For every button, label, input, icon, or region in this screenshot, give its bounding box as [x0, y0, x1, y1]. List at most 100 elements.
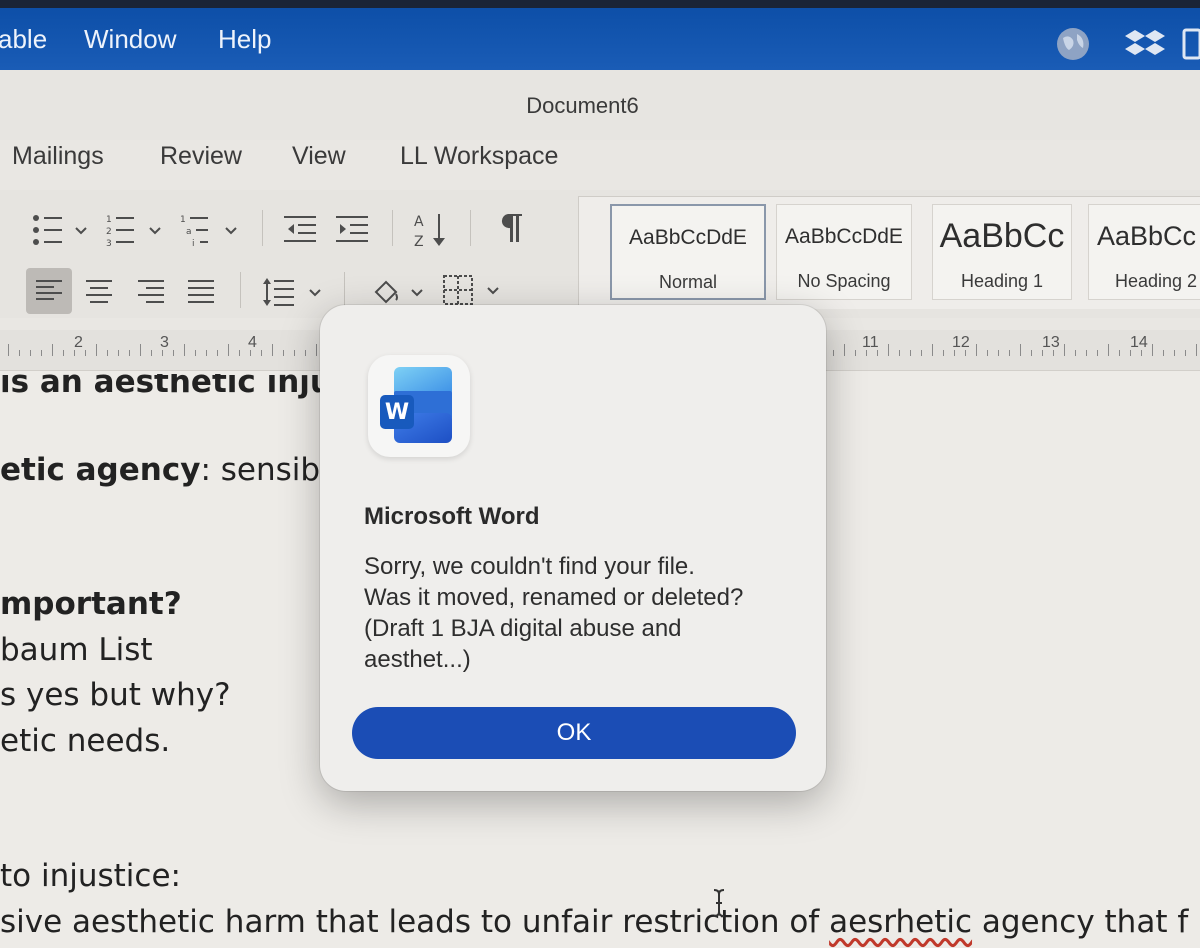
- doc-line: etic agency: sensib: [0, 452, 320, 488]
- menu-help[interactable]: Help: [218, 24, 271, 55]
- doc-line: sive aesthetic harm that leads to unfair…: [0, 904, 1188, 940]
- ruler-tick: [41, 350, 42, 356]
- doc-bold-text: etic agency: [0, 452, 201, 488]
- ruler-tick: [833, 350, 834, 356]
- ruler-tick: [987, 350, 988, 356]
- ruler-tick: [239, 350, 240, 356]
- ruler-tick: [206, 350, 207, 356]
- globe-icon[interactable]: [1055, 26, 1091, 69]
- ruler-tick: [129, 350, 130, 356]
- ruler-tick: [118, 350, 119, 356]
- doc-text: baum List: [0, 632, 153, 668]
- svg-text:A: A: [414, 214, 424, 230]
- menu-table[interactable]: able: [0, 24, 47, 55]
- svg-text:1: 1: [180, 215, 186, 225]
- ruler-tick: [1174, 350, 1175, 356]
- svg-text:i: i: [192, 239, 195, 248]
- tab-review[interactable]: Review: [160, 142, 242, 171]
- sort-icon[interactable]: AZ: [414, 210, 450, 255]
- dialog-message: Sorry, we couldn't find your file. Was i…: [364, 553, 744, 673]
- ruler-tick: [1152, 344, 1153, 356]
- ruler-tick: [855, 350, 856, 356]
- bullets-icon[interactable]: [32, 212, 90, 253]
- doc-line: etic needs.: [0, 723, 170, 759]
- ruler-tick: [283, 350, 284, 356]
- ruler-tick: [272, 344, 273, 356]
- ruler-tick: [305, 350, 306, 356]
- dialog-title: Microsoft Word: [364, 503, 540, 530]
- ruler-tick: [1031, 350, 1032, 356]
- ruler-tick: [976, 344, 977, 356]
- dropbox-icon[interactable]: [1125, 26, 1165, 69]
- ruler-tick: [921, 350, 922, 356]
- ruler-tick: [107, 350, 108, 356]
- style-name: Normal: [658, 272, 717, 292]
- style-sample: AaBbCcDdE: [785, 225, 903, 248]
- justify-icon[interactable]: [188, 280, 216, 309]
- ruler-tick: [1097, 350, 1098, 356]
- ruler-tick: [1009, 350, 1010, 356]
- ruler-tick: [1086, 350, 1087, 356]
- align-left-icon[interactable]: [26, 268, 72, 314]
- style-heading-2[interactable]: AaBbCc Heading 2: [1088, 204, 1200, 300]
- tab-ll-workspace[interactable]: LL Workspace: [400, 142, 558, 171]
- style-no-spacing[interactable]: AaBbCcDdE No Spacing: [776, 204, 912, 300]
- word-icon-letter: W: [385, 400, 409, 425]
- increase-indent-icon[interactable]: [336, 214, 370, 249]
- show-formatting-icon[interactable]: [498, 212, 524, 249]
- style-sample: AaBbCc: [1097, 221, 1197, 251]
- misspelled-word[interactable]: aesrhetic: [829, 904, 972, 940]
- svg-text:3: 3: [106, 239, 112, 248]
- ruler-tick: [932, 344, 933, 356]
- style-sample: AaBbCcDdE: [629, 226, 747, 249]
- ruler-tick: [52, 344, 53, 356]
- doc-line: to injustice:: [0, 858, 181, 894]
- style-heading-1[interactable]: AaBbCc Heading 1: [932, 204, 1072, 300]
- ok-button[interactable]: OK: [352, 707, 796, 759]
- doc-text: agency that f: [972, 904, 1189, 940]
- ruler-tick: [30, 350, 31, 356]
- ruler-tick: [63, 350, 64, 356]
- menu-window[interactable]: Window: [84, 24, 176, 55]
- word-app-icon: W: [368, 355, 470, 457]
- document-title: Document6: [526, 93, 639, 118]
- ruler-tick: [888, 344, 889, 356]
- style-name: Heading 2: [1115, 271, 1198, 291]
- center-icon[interactable]: [86, 280, 114, 309]
- tab-mailings[interactable]: Mailings: [12, 142, 104, 171]
- doc-line: s yes but why?: [0, 677, 231, 713]
- ruler-number: 13: [1042, 334, 1060, 351]
- style-normal[interactable]: AaBbCcDdE Normal: [610, 204, 766, 300]
- ruler-tick: [1108, 344, 1109, 356]
- svg-text:2: 2: [106, 227, 112, 237]
- ruler-tick: [151, 350, 152, 356]
- ruler-number: 11: [862, 334, 879, 351]
- ruler-tick: [1163, 350, 1164, 356]
- ruler-tick: [8, 344, 9, 356]
- decrease-indent-icon[interactable]: [284, 214, 318, 249]
- ruler-number: 12: [952, 334, 970, 351]
- line-spacing-icon[interactable]: [262, 276, 324, 313]
- ruler-tick: [1185, 350, 1186, 356]
- ruler-number: 4: [248, 334, 257, 351]
- style-name: Heading 1: [960, 271, 1044, 291]
- ribbon-separator: [470, 210, 471, 246]
- ruler-tick: [844, 344, 845, 356]
- ruler-number: 14: [1130, 334, 1148, 351]
- align-right-icon[interactable]: [138, 280, 166, 309]
- doc-text: to injustice:: [0, 858, 181, 894]
- ruler-tick: [173, 350, 174, 356]
- doc-text: s yes but why?: [0, 677, 231, 713]
- tab-view[interactable]: View: [292, 142, 346, 171]
- ruler-tick: [1119, 350, 1120, 356]
- svg-text:a: a: [186, 227, 192, 237]
- ruler-tick: [943, 350, 944, 356]
- clipboard-icon[interactable]: [1182, 26, 1200, 69]
- ruler-tick: [195, 350, 196, 356]
- numbering-icon[interactable]: 1 2 3: [106, 212, 164, 253]
- ribbon-separator: [344, 272, 345, 308]
- ruler-tick: [217, 350, 218, 356]
- multilevel-list-icon[interactable]: 1ai: [180, 212, 240, 253]
- style-sample: AaBbCc: [939, 217, 1065, 255]
- ruler-tick: [998, 350, 999, 356]
